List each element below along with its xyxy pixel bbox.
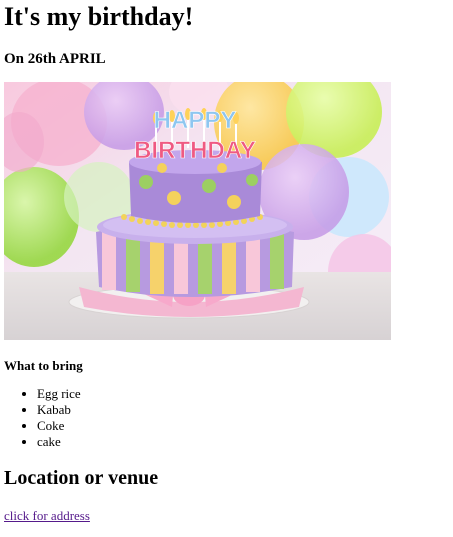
page-title: It's my birthday! xyxy=(4,2,194,31)
page-content: It's my birthday! On 26th APRIL HAPPY BI… xyxy=(0,0,453,525)
cake-text-happy: HAPPY xyxy=(154,107,237,134)
list-item: Egg rice xyxy=(37,386,449,402)
what-to-bring-heading: What to bring xyxy=(4,358,83,373)
birthday-cake-image: HAPPY BIRTHDAY xyxy=(4,82,391,340)
bring-list: Egg rice Kabab Coke cake xyxy=(4,386,449,450)
event-date: On 26th APRIL xyxy=(4,51,106,67)
list-item: Kabab xyxy=(37,402,449,418)
address-link[interactable]: click for address xyxy=(4,508,90,524)
cake-text-birthday: BIRTHDAY xyxy=(134,137,256,164)
location-heading: Location or venue xyxy=(4,467,159,489)
list-item: cake xyxy=(37,434,449,450)
list-item: Coke xyxy=(37,418,449,434)
